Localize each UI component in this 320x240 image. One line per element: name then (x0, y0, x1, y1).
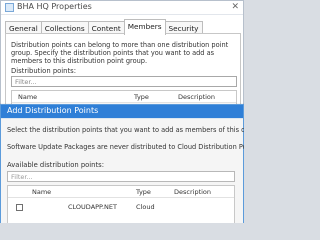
properties-titlebar: BHA HQ Properties ✕ (1, 1, 243, 15)
properties-title: BHA HQ Properties (17, 2, 92, 11)
dialog-titlebar: Add Distribution Points (1, 105, 243, 118)
available-distribution-points-label: Available distribution points: (7, 161, 104, 169)
add-distribution-points-dialog: Add Distribution Points Select the distr… (0, 104, 244, 223)
dialog-body: Select the distribution points that you … (1, 118, 244, 223)
properties-tabs: General Collections Content Members Secu… (5, 18, 203, 35)
available-distribution-points-grid: Name Type Description CLOUDAPP.NET Cloud (7, 185, 235, 223)
column-description-header[interactable]: Description (178, 93, 215, 101)
checkbox-icon[interactable] (16, 204, 23, 211)
members-description: Distribution points can belong to more t… (11, 41, 229, 65)
available-grid-header: Name Type Description (8, 186, 234, 198)
available-distribution-points-filter-input[interactable]: Filter... (7, 171, 235, 182)
dialog-warning: Software Update Packages are never distr… (7, 143, 244, 151)
dialog-instruction: Select the distribution points that you … (7, 126, 244, 134)
available-column-type-header[interactable]: Type (136, 188, 151, 196)
distribution-points-label: Distribution points: (11, 67, 76, 75)
window-app-icon (5, 3, 14, 12)
column-type-header[interactable]: Type (134, 93, 149, 101)
available-column-name-header[interactable]: Name (32, 188, 51, 196)
distribution-points-filter-placeholder: Filter... (15, 78, 37, 86)
cloud-distribution-point-name: CLOUDAPP.NET (68, 203, 117, 211)
available-distribution-points-filter-placeholder: Filter... (11, 173, 33, 181)
close-icon[interactable]: ✕ (231, 2, 239, 12)
tab-members[interactable]: Members (123, 19, 166, 35)
dialog-title: Add Distribution Points (7, 106, 99, 115)
table-row[interactable]: CLOUDAPP.NET Cloud (8, 203, 234, 214)
available-column-description-header[interactable]: Description (174, 188, 211, 196)
screenshot-root: BHA HQ Properties ✕ General Collections … (0, 0, 244, 223)
distribution-points-filter-input[interactable]: Filter... (11, 76, 237, 87)
distribution-points-grid-header: Name Type Description (12, 91, 236, 103)
column-name-header[interactable]: Name (18, 93, 37, 101)
cloud-distribution-point-type: Cloud (136, 203, 155, 211)
